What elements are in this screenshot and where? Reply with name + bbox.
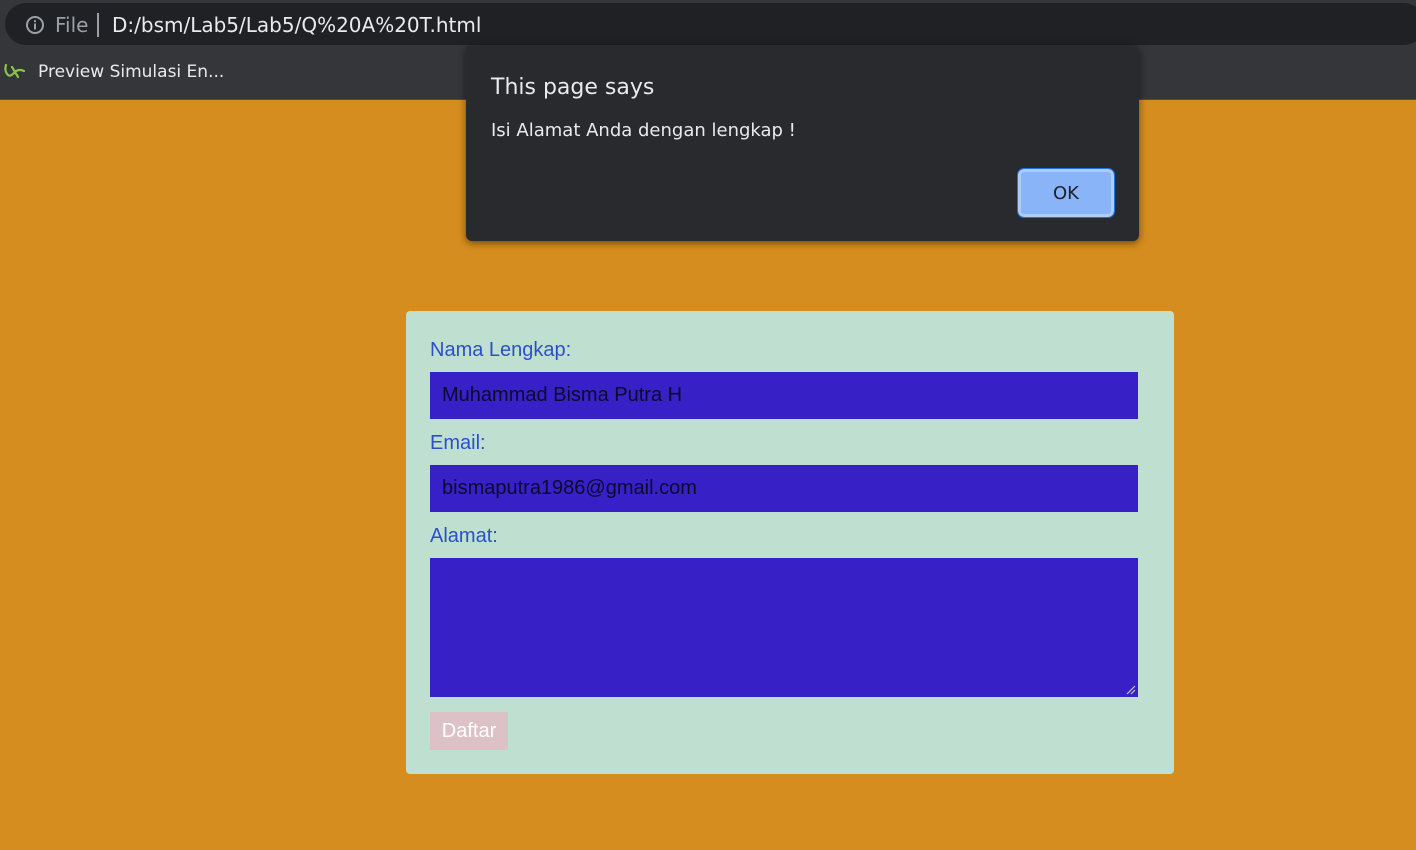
ok-button[interactable]: OK bbox=[1017, 168, 1115, 218]
address-bar[interactable]: File D:/bsm/Lab5/Lab5/Q%20A%20T.html bbox=[5, 3, 1416, 45]
address-label: Alamat: bbox=[430, 525, 498, 547]
bookmark-label: Preview Simulasi En... bbox=[38, 62, 225, 82]
bookmark-favicon-icon bbox=[4, 63, 26, 79]
bookmark-item[interactable]: Preview Simulasi En... bbox=[0, 58, 224, 86]
info-icon[interactable] bbox=[25, 15, 45, 35]
dialog-title: This page says bbox=[491, 75, 655, 100]
address-textarea[interactable] bbox=[430, 558, 1138, 697]
name-input[interactable]: Muhammad Bisma Putra H bbox=[430, 372, 1138, 419]
email-label: Email: bbox=[430, 432, 486, 454]
address-divider bbox=[97, 13, 99, 37]
dialog-message: Isi Alamat Anda dengan lengkap ! bbox=[491, 120, 796, 141]
url-text[interactable]: D:/bsm/Lab5/Lab5/Q%20A%20T.html bbox=[112, 14, 481, 36]
name-label: Nama Lengkap: bbox=[430, 339, 572, 361]
daftar-button[interactable]: Daftar bbox=[430, 712, 508, 750]
url-scheme-label: File bbox=[55, 13, 89, 37]
resize-grip-icon[interactable] bbox=[1126, 685, 1136, 695]
registration-form-card: Nama Lengkap: Muhammad Bisma Putra H Ema… bbox=[406, 311, 1174, 774]
alert-dialog: This page says Isi Alamat Anda dengan le… bbox=[466, 45, 1139, 241]
email-input[interactable]: bismaputra1986@gmail.com bbox=[430, 465, 1138, 512]
